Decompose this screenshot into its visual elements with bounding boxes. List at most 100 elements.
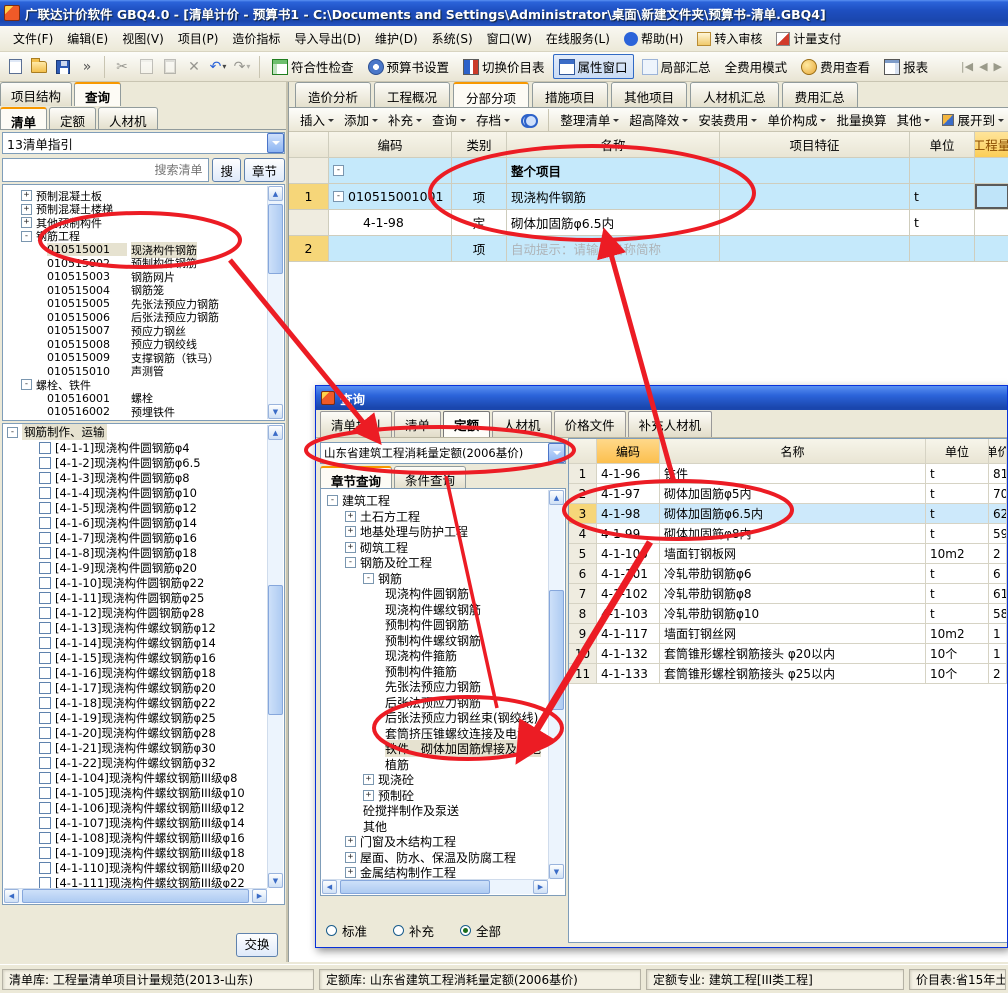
cell-price[interactable]: 58: [989, 604, 1007, 623]
col-header-qty[interactable]: 工程量: [975, 132, 1008, 157]
cell-qty[interactable]: [975, 210, 1008, 235]
checkbox-icon[interactable]: [39, 577, 51, 589]
tree-expander-icon[interactable]: +: [21, 204, 32, 215]
toolbar-overflow-chevron[interactable]: »: [76, 56, 98, 78]
cell-name[interactable]: 砌体加固筋φ5内: [660, 484, 926, 503]
cell-code[interactable]: 4-1-98: [597, 504, 660, 523]
checkbox-list-item[interactable]: [4-1-20]现浇构件螺纹钢筋φ28: [3, 725, 284, 740]
checkbox-icon[interactable]: [39, 772, 51, 784]
tree-expander-icon[interactable]: -: [21, 379, 32, 390]
checkbox-icon[interactable]: [39, 682, 51, 694]
cell-name[interactable]: 墙面钉钢板网: [660, 544, 926, 563]
tree-expander-icon[interactable]: +: [363, 774, 374, 785]
query-window-tab[interactable]: 清单指引: [320, 411, 392, 437]
new-file-button[interactable]: [4, 56, 26, 78]
boq-table-row[interactable]: 2 项 自动提示：请输入名称简称: [289, 236, 1008, 262]
cell-unit[interactable]: t: [926, 484, 989, 503]
checkbox-list-item[interactable]: [4-1-7]现浇构件圆钢筋φ16: [3, 530, 284, 545]
toolbar-feature-button[interactable]: 全费用模式: [719, 54, 794, 79]
budget-toolbar-button[interactable]: 批量换算: [831, 108, 891, 131]
checkbox-list-item[interactable]: [4-1-106]现浇构件螺纹钢筋III级φ12: [3, 800, 284, 815]
cell-unit[interactable]: t: [926, 504, 989, 523]
menu-item[interactable]: 帮助(H): [617, 27, 690, 50]
chapter-tree-item[interactable]: 现浇构件螺纹钢筋: [321, 602, 565, 618]
left-panel-tab[interactable]: 查询: [74, 82, 121, 106]
cell-type[interactable]: 定: [452, 210, 507, 235]
budget-tab[interactable]: 工程概况: [374, 82, 450, 107]
chapter-tree-item[interactable]: + 预制砼: [321, 788, 565, 804]
filter-radio[interactable]: 全部: [460, 921, 501, 940]
budget-toolbar-button[interactable]: 安装费用: [693, 108, 762, 131]
cell-name[interactable]: 自动提示：请输入名称简称: [507, 236, 720, 261]
cell-name[interactable]: 现浇构件钢筋: [507, 184, 720, 209]
checkbox-icon[interactable]: [39, 862, 51, 874]
quota-table-row[interactable]: 6 4-1-101 冷轧带肋钢筋φ6 t 6: [569, 564, 1007, 584]
query-window-tab[interactable]: 补充人材机: [628, 411, 713, 437]
checkbox-icon[interactable]: [39, 592, 51, 604]
boq-table-row[interactable]: 4-1-98 定 砌体加固筋φ6.5内 t: [289, 210, 1008, 236]
query-window[interactable]: 查询 清单指引 清单 定额 人材机 价格文件 补充人材机: [315, 385, 1008, 948]
cell-name[interactable]: 套筒锥形螺栓钢筋接头 φ20以内: [660, 644, 926, 663]
chapter-tree-item[interactable]: 铁件、砌体加固筋焊接及其他: [321, 741, 565, 757]
tree-expander-icon[interactable]: -: [345, 557, 356, 568]
cell-price[interactable]: 2: [989, 544, 1007, 563]
cell-price[interactable]: 1: [989, 644, 1007, 663]
checkbox-group-header[interactable]: - 钢筋制作、运输: [3, 424, 284, 440]
chapter-tree-item[interactable]: 砼搅拌制作及泵送: [321, 803, 565, 819]
tree-expander-icon[interactable]: +: [345, 836, 356, 847]
cell-qty[interactable]: [975, 184, 1008, 209]
cell-code[interactable]: 4-1-97: [597, 484, 660, 503]
menu-item[interactable]: 文件(F): [6, 27, 60, 50]
chapter-tree-item[interactable]: + 门窗及木结构工程: [321, 834, 565, 850]
tree-expander-icon[interactable]: +: [345, 511, 356, 522]
chapter-tree-item[interactable]: - 钢筋及砼工程: [321, 555, 565, 571]
checkbox-list-item[interactable]: [4-1-4]现浇构件圆钢筋φ10: [3, 485, 284, 500]
chapter-tree-item[interactable]: 套筒挤压锥螺纹连接及电渣压: [321, 726, 565, 742]
tree-expander-icon[interactable]: -: [21, 231, 32, 242]
chevron-down-icon[interactable]: [267, 133, 284, 153]
col-header-unit[interactable]: 单位: [926, 439, 989, 463]
budget-toolbar-button[interactable]: 补充: [383, 108, 427, 131]
query-window-tab[interactable]: 定额: [443, 411, 490, 437]
checkbox-list-item[interactable]: [4-1-109]现浇构件螺纹钢筋III级φ18: [3, 845, 284, 860]
cell-name[interactable]: 整个项目: [507, 158, 720, 183]
col-header-price[interactable]: 单价: [989, 439, 1007, 463]
quota-table-row[interactable]: 1 4-1-96 铁件 t 81: [569, 464, 1007, 484]
cell-code[interactable]: [329, 236, 452, 261]
menu-item[interactable]: 视图(V): [115, 27, 171, 50]
checkbox-list-item[interactable]: [4-1-19]现浇构件螺纹钢筋φ25: [3, 710, 284, 725]
query-window-titlebar[interactable]: 查询: [316, 386, 1007, 410]
quota-table-row[interactable]: 10 4-1-132 套筒锥形螺栓钢筋接头 φ20以内 10个 1: [569, 644, 1007, 664]
checkbox-icon[interactable]: [39, 847, 51, 859]
quota-table-row[interactable]: 9 4-1-117 墙面钉钢丝网 10m2 1: [569, 624, 1007, 644]
checkbox-icon[interactable]: [39, 757, 51, 769]
toolbar-feature-button[interactable]: 费用查看: [795, 54, 876, 79]
cell-price[interactable]: 2: [989, 664, 1007, 683]
col-header-type[interactable]: 类别: [452, 132, 507, 157]
tree-expander-icon[interactable]: -: [327, 495, 338, 506]
checkbox-list-item[interactable]: [4-1-107]现浇构件螺纹钢筋III级φ14: [3, 815, 284, 830]
checkbox-list-item[interactable]: [4-1-21]现浇构件螺纹钢筋φ30: [3, 740, 284, 755]
chapter-tree-item[interactable]: 先张法预应力钢筋: [321, 679, 565, 695]
chapter-tree-item[interactable]: 预制构件箍筋: [321, 664, 565, 680]
checkbox-icon[interactable]: [39, 832, 51, 844]
checkbox-icon[interactable]: [39, 712, 51, 724]
budget-tab[interactable]: 造价分析: [295, 82, 371, 107]
cell-feature[interactable]: [720, 158, 910, 183]
chapter-tree-item[interactable]: 后张法预应力钢丝束(钢绞线): [321, 710, 565, 726]
cell-code[interactable]: 4-1-117: [597, 624, 660, 643]
checkbox-list-item[interactable]: [4-1-104]现浇构件螺纹钢筋III级φ8: [3, 770, 284, 785]
list-vertical-scrollbar[interactable]: ▲ ▼: [267, 425, 283, 888]
cell-type[interactable]: 项: [452, 236, 507, 261]
cell-code[interactable]: 4-1-132: [597, 644, 660, 663]
cell-feature[interactable]: [720, 210, 910, 235]
cell-unit[interactable]: t: [910, 184, 975, 209]
tree-expander-icon[interactable]: +: [21, 217, 32, 228]
col-header-unit[interactable]: 单位: [910, 132, 975, 157]
col-header-name[interactable]: 名称: [507, 132, 720, 157]
cell-unit[interactable]: t: [926, 524, 989, 543]
checkbox-icon[interactable]: [39, 472, 51, 484]
cell-code[interactable]: -010515001001: [329, 184, 452, 209]
menu-item[interactable]: 在线服务(L): [539, 27, 617, 50]
guide-dropdown[interactable]: 13清单指引: [2, 132, 285, 154]
